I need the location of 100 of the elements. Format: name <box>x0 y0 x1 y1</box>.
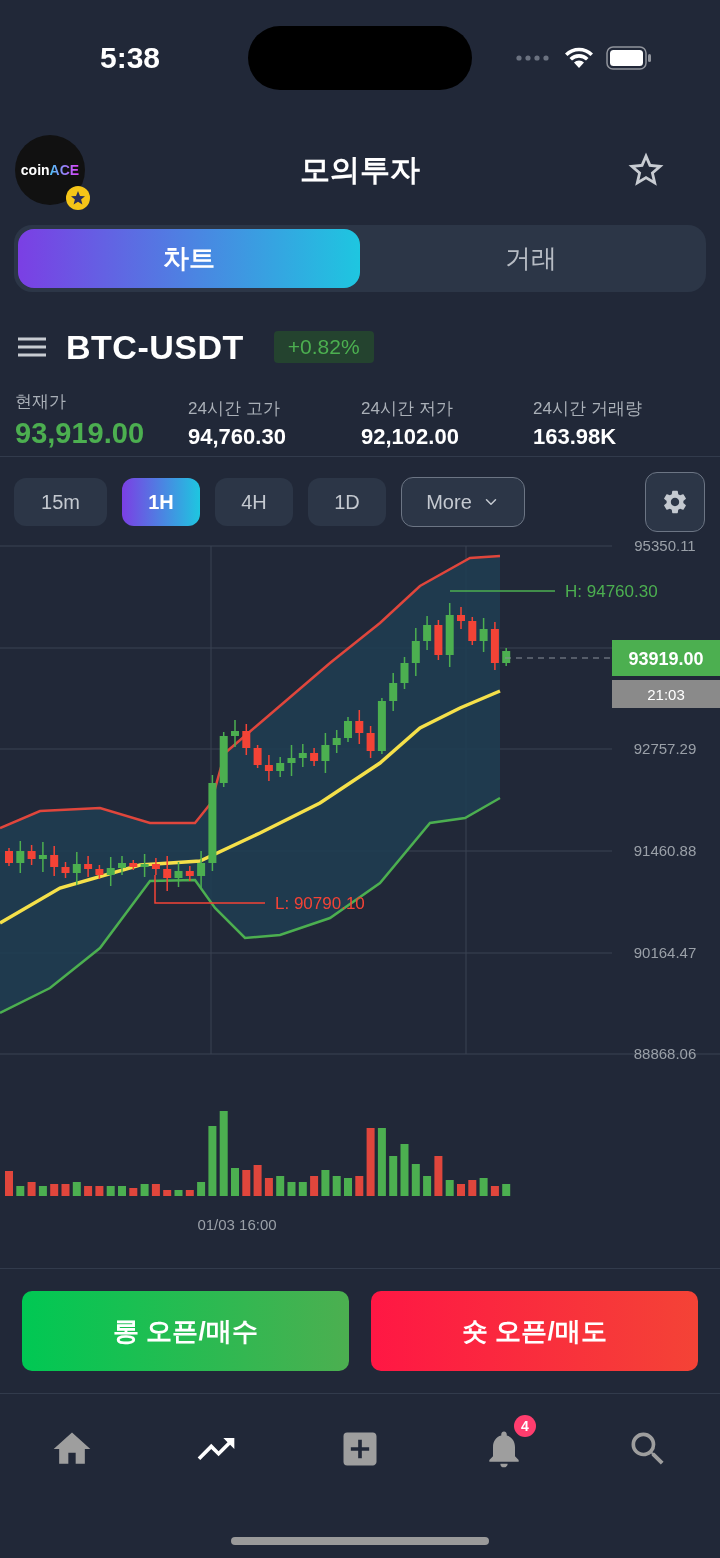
price-axis-label: 92757.29 <box>633 740 697 757</box>
price-axis-label: 88868.06 <box>633 1045 697 1062</box>
page-title: 모의투자 <box>300 152 420 186</box>
high-label: H: 94760.30 <box>565 582 658 601</box>
volume-bar <box>242 1170 251 1196</box>
volume-bar <box>355 1176 364 1196</box>
candle <box>106 856 115 887</box>
volume-bar <box>423 1176 432 1196</box>
stat-label: 현재가 <box>15 391 67 413</box>
settings-button[interactable] <box>645 472 705 532</box>
signal-icon <box>516 54 552 61</box>
stat-value: 163.98K <box>533 424 618 450</box>
candle <box>502 647 511 667</box>
candle <box>50 845 59 877</box>
volume-bar <box>61 1184 70 1196</box>
low-label: L: 90790.10 <box>275 894 365 913</box>
volume-bar <box>310 1176 319 1196</box>
stat-value: 92,102.00 <box>361 424 460 450</box>
candle <box>332 729 341 754</box>
volume-bar <box>106 1186 115 1196</box>
stat-value: 94,760.30 <box>188 424 287 450</box>
volume-bar <box>377 1128 386 1196</box>
candle <box>377 697 386 755</box>
last-price-tag: 93919.00 <box>612 640 720 676</box>
volume-bar <box>163 1190 172 1196</box>
candle <box>423 615 432 651</box>
view-tab[interactable]: 거래 <box>360 229 702 288</box>
volume-bar <box>253 1165 262 1196</box>
candle <box>389 672 398 712</box>
volume-bar <box>129 1188 138 1196</box>
menu-icon[interactable] <box>18 337 46 357</box>
candle <box>197 850 206 889</box>
change-badge: +0.82% <box>273 331 374 363</box>
candle <box>5 847 13 867</box>
candle <box>72 851 81 886</box>
battery-icon <box>606 45 652 70</box>
volume-bar <box>140 1184 149 1196</box>
volume-bar <box>468 1180 477 1196</box>
volume-bar <box>502 1184 511 1196</box>
candle <box>118 855 126 876</box>
candle <box>264 754 273 782</box>
stat-label: 24시간 거래량 <box>533 398 643 420</box>
candle <box>253 744 262 769</box>
status-time: 5:38 <box>100 40 162 75</box>
candle <box>151 857 160 876</box>
candle <box>355 709 364 745</box>
interval-tab[interactable]: 15m <box>14 478 107 526</box>
volume-bar <box>50 1184 59 1196</box>
volume-bar <box>457 1184 465 1196</box>
volume-bar <box>411 1164 420 1196</box>
volume-bar <box>264 1178 273 1196</box>
candle <box>321 732 330 774</box>
candle <box>490 621 499 671</box>
volume-bar <box>332 1176 341 1196</box>
candle <box>185 865 194 882</box>
more-button[interactable]: More <box>401 477 525 527</box>
interval-tab[interactable]: 1D <box>308 478 386 526</box>
candle <box>95 864 104 880</box>
candle <box>457 606 465 630</box>
candle <box>174 861 183 888</box>
logo-text: coinACE <box>20 162 80 178</box>
candle <box>366 725 375 759</box>
view-tab[interactable]: 차트 <box>18 229 360 288</box>
volume-bar <box>479 1178 488 1196</box>
price-axis-label: 90164.47 <box>633 944 697 961</box>
volume-bar <box>27 1182 36 1196</box>
volume-bar <box>490 1186 499 1196</box>
interval-tab[interactable]: 1H <box>122 478 200 526</box>
candle <box>231 719 239 748</box>
volume-bar <box>400 1144 409 1196</box>
stat-label: 24시간 저가 <box>361 398 454 420</box>
candle <box>298 743 307 768</box>
volume-bar <box>321 1170 330 1196</box>
volume-bar <box>151 1184 160 1196</box>
volume-bar <box>344 1178 352 1196</box>
candle <box>16 840 25 874</box>
volume-bar <box>287 1182 296 1196</box>
volume-bar <box>445 1180 454 1196</box>
volume-bar <box>16 1186 25 1196</box>
time-axis-label: 01/03 16:00 <box>197 1216 277 1233</box>
volume-bar <box>276 1176 285 1196</box>
star-badge-icon <box>65 185 91 211</box>
volume-bar <box>84 1186 93 1196</box>
volume-bar <box>231 1168 239 1196</box>
candle <box>140 853 149 878</box>
symbol-name: BTC-USDT <box>66 327 244 367</box>
candle <box>219 731 228 788</box>
sell-button[interactable]: 숏 오픈/매도 <box>371 1291 698 1371</box>
volume-bar <box>5 1171 13 1196</box>
candle <box>38 841 47 873</box>
price-axis-label: 91460.88 <box>633 842 697 859</box>
interval-tab[interactable]: 4H <box>215 478 293 526</box>
candle <box>163 855 172 892</box>
volume-bar <box>118 1186 126 1196</box>
candle <box>61 861 70 879</box>
candle <box>445 602 454 668</box>
candle <box>276 756 285 778</box>
volume-bar <box>174 1190 183 1196</box>
volume-bar <box>72 1182 81 1196</box>
candle <box>479 617 488 653</box>
